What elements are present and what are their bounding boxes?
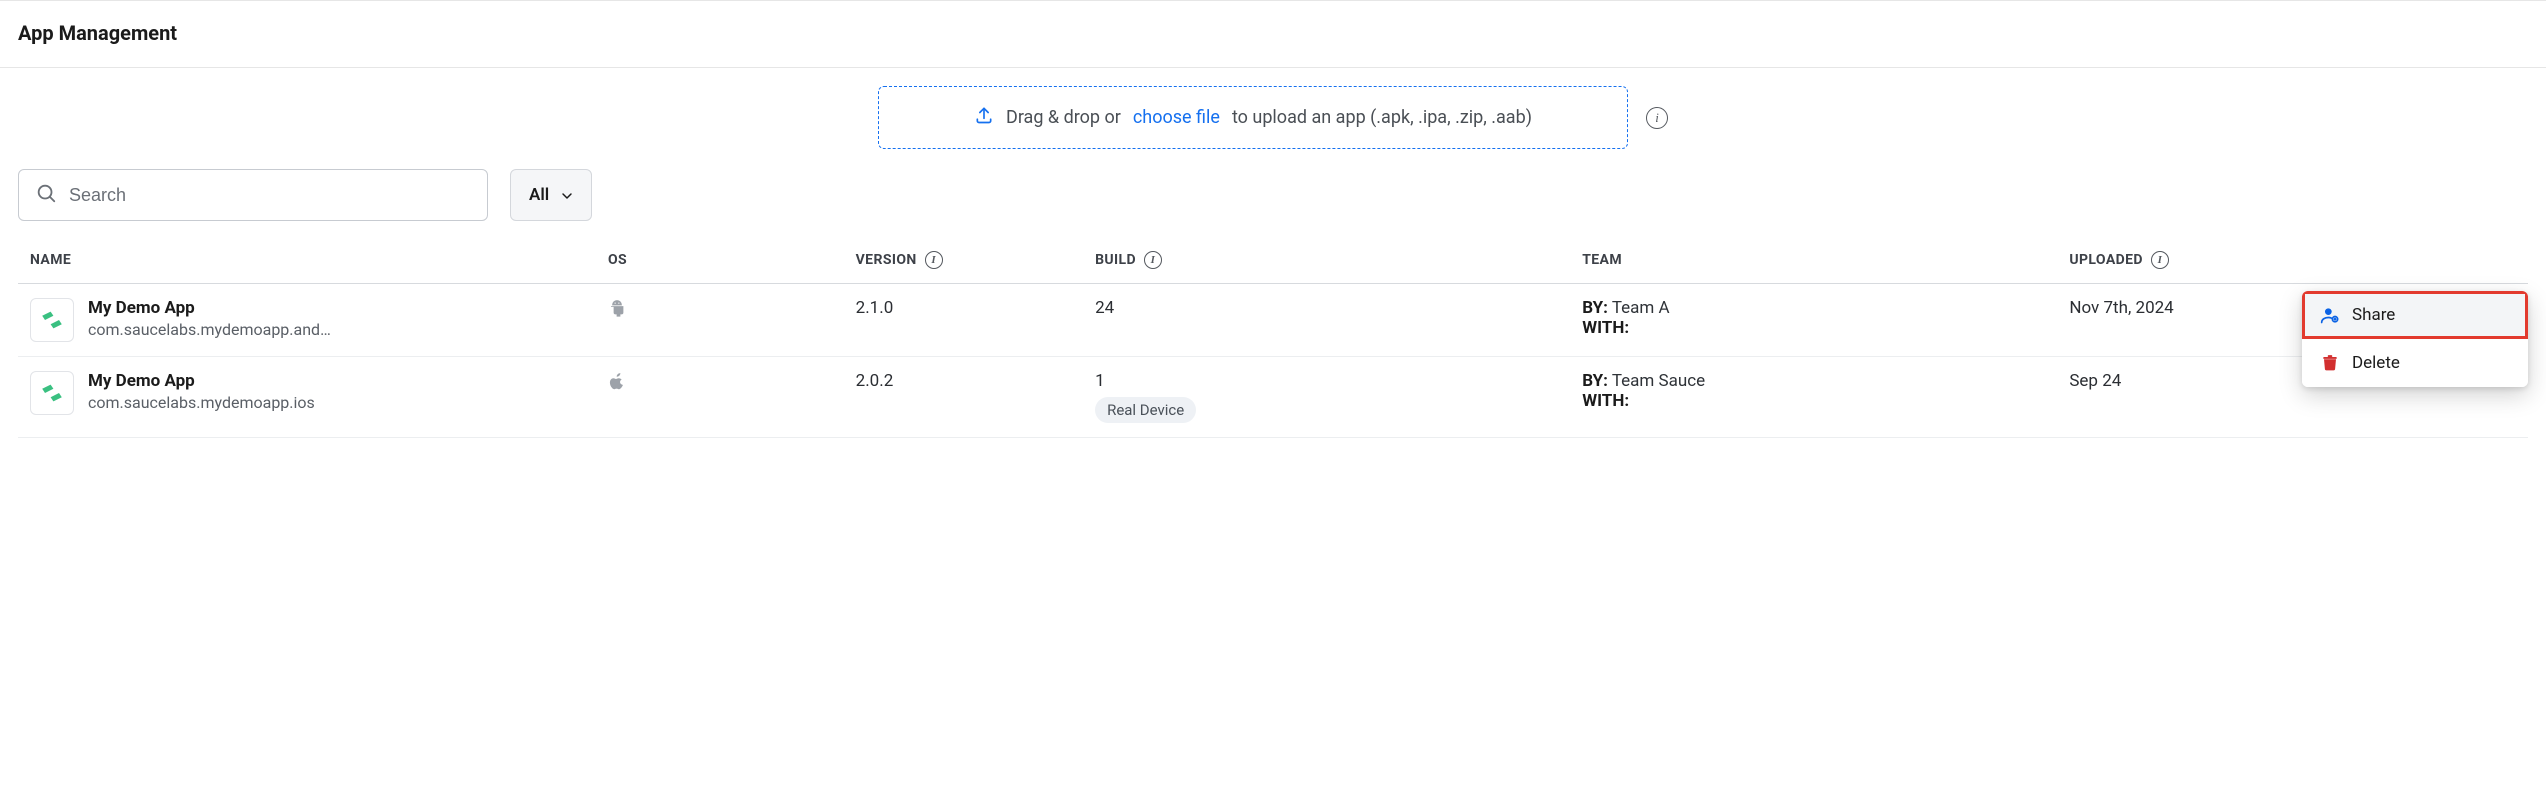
build-info-icon[interactable]: i [1144, 251, 1162, 269]
uploaded-cell: Sep 24 [2057, 357, 2313, 438]
col-os-header: OS [608, 252, 627, 268]
filter-selected-label: All [529, 185, 549, 205]
page-title: App Management [18, 21, 2528, 45]
app-title: My Demo App [88, 371, 315, 391]
app-logo-icon [30, 298, 74, 342]
apps-table-body: My Demo App com.saucelabs.mydemoapp.and…… [18, 284, 2528, 438]
apps-table-head: NAME OS VERSION i BUILD i TEAM UPLOADED i [18, 233, 2528, 284]
android-icon [608, 303, 626, 323]
apps-table: NAME OS VERSION i BUILD i TEAM UPLOADED i [18, 233, 2528, 438]
menu-item-share-label: Share [2352, 305, 2395, 325]
upload-row: Drag & drop or choose file to upload an … [18, 86, 2528, 149]
page-header: App Management [0, 0, 2546, 68]
col-team-header: TEAM [1582, 252, 1622, 268]
build-cell: 1 [1095, 371, 1558, 391]
col-build-header: BUILD [1095, 252, 1136, 268]
upload-dropzone[interactable]: Drag & drop or choose file to upload an … [878, 86, 1628, 149]
version-info-icon[interactable]: i [925, 251, 943, 269]
menu-item-delete-label: Delete [2352, 353, 2400, 373]
team-by-value: Team Sauce [1612, 371, 1705, 391]
table-row[interactable]: My Demo App com.saucelabs.mydemoapp.and…… [18, 284, 2528, 357]
team-with-label: WITH: [1582, 318, 1629, 338]
team-by-label: BY: [1582, 298, 1608, 318]
share-user-icon [2320, 305, 2340, 325]
col-name-header: NAME [30, 252, 71, 268]
uploaded-cell: Nov 7th, 2024 [2057, 284, 2313, 357]
col-version-header: VERSION [856, 252, 917, 268]
team-by-value: Team A [1612, 298, 1670, 318]
filter-select[interactable]: All [510, 169, 592, 221]
app-bundle-id: com.saucelabs.mydemoapp.ios [88, 393, 315, 412]
row-context-menu: Share Delete [2302, 291, 2528, 387]
build-cell: 24 [1095, 298, 1558, 318]
menu-item-share[interactable]: Share [2302, 291, 2528, 339]
team-with-label: WITH: [1582, 391, 1629, 411]
app-bundle-id: com.saucelabs.mydemoapp.and… [88, 320, 331, 339]
uploaded-info-icon[interactable]: i [2151, 251, 2169, 269]
table-row[interactable]: My Demo App com.saucelabs.mydemoapp.ios … [18, 357, 2528, 438]
upload-text-suffix: to upload an app (.apk, .ipa, .zip, .aab… [1232, 107, 1532, 128]
upload-icon [974, 105, 994, 130]
menu-item-delete[interactable]: Delete [2302, 339, 2528, 387]
table-wrap: NAME OS VERSION i BUILD i TEAM UPLOADED i [18, 233, 2528, 438]
trash-icon [2320, 354, 2340, 372]
upload-info-icon[interactable]: i [1646, 107, 1668, 129]
content-area: Drag & drop or choose file to upload an … [0, 68, 2546, 438]
version-cell: 2.1.0 [844, 284, 1083, 357]
version-cell: 2.0.2 [844, 357, 1083, 438]
controls-row: All [18, 169, 2528, 221]
search-box[interactable] [18, 169, 488, 221]
team-by-label: BY: [1582, 371, 1608, 391]
search-input[interactable] [69, 185, 471, 206]
app-title: My Demo App [88, 298, 331, 318]
choose-file-link[interactable]: choose file [1133, 107, 1220, 128]
apple-icon [608, 376, 626, 396]
chevron-down-icon [559, 188, 573, 202]
search-icon [35, 182, 57, 208]
col-uploaded-header: UPLOADED [2069, 252, 2143, 268]
app-logo-icon [30, 371, 74, 415]
upload-text-prefix: Drag & drop or [1006, 107, 1121, 128]
build-tag: Real Device [1095, 397, 1196, 423]
